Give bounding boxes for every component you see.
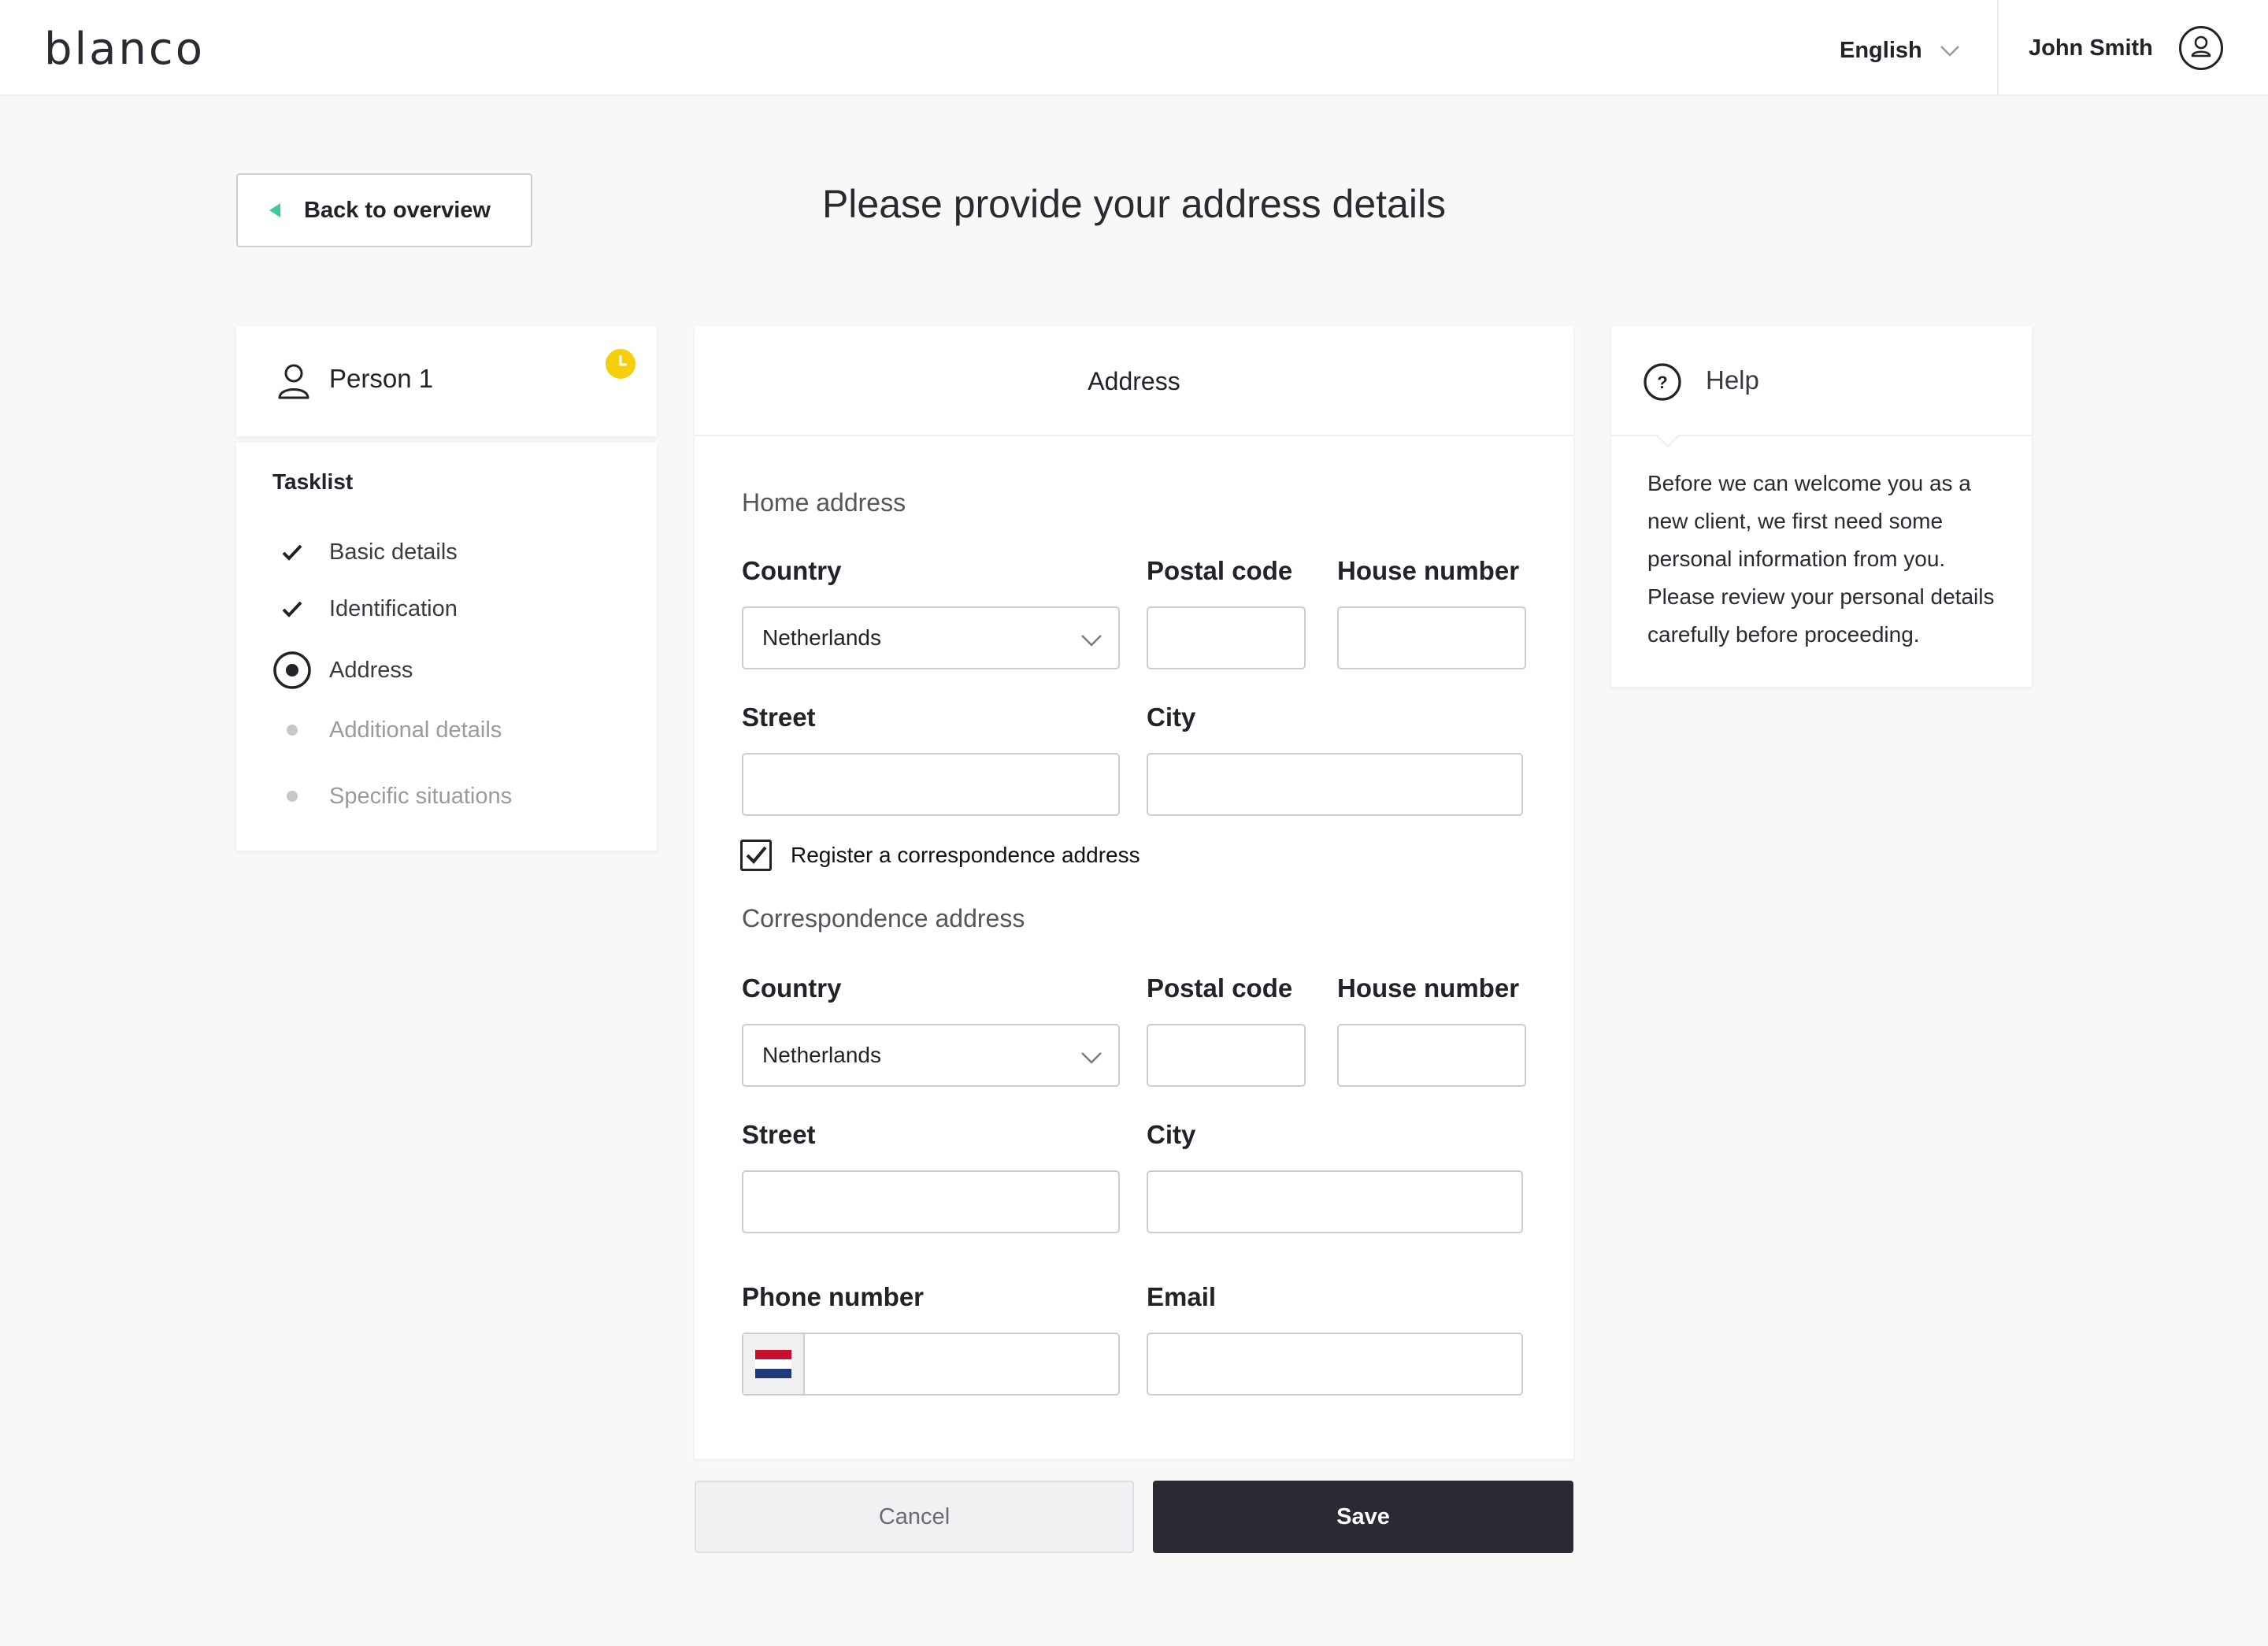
user-menu[interactable]: John Smith — [2029, 25, 2224, 71]
corr-postal-label: Postal code — [1147, 973, 1293, 1003]
language-selector[interactable]: English — [1840, 35, 1962, 66]
tasklist: Tasklist Basic details Identification Ad… — [236, 443, 657, 851]
corr-country-select[interactable]: Netherlands — [742, 1024, 1120, 1087]
language-label: English — [1840, 37, 1922, 63]
pending-dot-icon — [272, 777, 312, 816]
task-additional-details[interactable]: Additional details — [272, 710, 502, 750]
phone-number-input[interactable] — [742, 1333, 1120, 1396]
checkmark-icon — [746, 846, 767, 864]
home-country-label: Country — [742, 556, 842, 585]
task-label: Specific situations — [329, 783, 513, 809]
task-label: Identification — [329, 595, 458, 621]
page-title: Please provide your address details — [821, 182, 1447, 226]
email-input[interactable] — [1147, 1333, 1523, 1396]
task-identification[interactable]: Identification — [272, 589, 458, 628]
home-street-input[interactable] — [742, 753, 1120, 816]
logo[interactable]: blanco — [44, 24, 205, 75]
person-icon — [278, 364, 309, 399]
current-step-icon — [272, 651, 312, 690]
corr-country-value: Netherlands — [762, 1043, 881, 1067]
top-bar: blanco English John Smith — [0, 0, 2268, 96]
tasklist-title: Tasklist — [272, 469, 354, 494]
back-to-overview-button[interactable]: Back to overview — [236, 173, 532, 247]
svg-text:?: ? — [1657, 373, 1667, 392]
help-text: Before we can welcome you as a new clien… — [1647, 471, 1995, 647]
clock-icon — [606, 349, 636, 379]
home-country-value: Netherlands — [762, 625, 881, 650]
task-basic-details[interactable]: Basic details — [272, 532, 458, 572]
home-postal-label: Postal code — [1147, 556, 1293, 585]
corr-city-label: City — [1147, 1120, 1196, 1149]
chevron-down-icon — [1940, 46, 1959, 57]
help-panel: ? Help Before we can welcome you as a ne… — [1611, 326, 2032, 687]
country-code-selector[interactable] — [743, 1334, 805, 1394]
home-street-label: Street — [742, 703, 816, 732]
phone-number-label: Phone number — [742, 1282, 925, 1311]
home-postal-code-input[interactable] — [1147, 606, 1306, 669]
corr-country-label: Country — [742, 973, 842, 1003]
user-avatar-icon — [2178, 26, 2223, 70]
person-name: Person 1 — [329, 364, 434, 393]
checkmark-icon — [272, 532, 312, 572]
back-arrow-icon — [269, 203, 280, 217]
back-button-label: Back to overview — [304, 197, 491, 223]
task-label: Additional details — [329, 717, 502, 743]
address-form: Address Home address Country Postal code… — [695, 326, 1573, 1459]
person-card[interactable]: Person 1 — [236, 326, 657, 436]
home-city-label: City — [1147, 703, 1196, 732]
corr-street-input[interactable] — [742, 1170, 1120, 1233]
corr-house-number-label: House number — [1337, 973, 1520, 1003]
home-house-number-label: House number — [1337, 556, 1520, 585]
checkmark-icon — [272, 589, 312, 628]
help-header: ? Help — [1611, 326, 2032, 436]
save-button[interactable]: Save — [1153, 1481, 1573, 1553]
header-divider — [1997, 0, 1999, 96]
correspondence-address-title: Correspondence address — [742, 904, 1025, 932]
email-label: Email — [1147, 1282, 1217, 1311]
correspondence-checkbox[interactable]: Register a correspondence address — [740, 840, 1140, 871]
corr-city-input[interactable] — [1147, 1170, 1523, 1233]
chevron-down-icon — [1081, 1052, 1102, 1064]
netherlands-flag-icon — [755, 1350, 791, 1378]
help-title: Help — [1706, 365, 1759, 395]
task-label: Address — [329, 657, 413, 683]
home-house-number-input[interactable] — [1337, 606, 1526, 669]
question-icon: ? — [1644, 363, 1681, 401]
checkbox-label: Register a correspondence address — [791, 843, 1140, 867]
pending-dot-icon — [272, 710, 312, 750]
corr-house-number-input[interactable] — [1337, 1024, 1526, 1087]
home-address-title: Home address — [742, 488, 906, 517]
task-address[interactable]: Address — [272, 651, 413, 690]
chevron-down-icon — [1081, 635, 1102, 647]
home-city-input[interactable] — [1147, 753, 1523, 816]
corr-street-label: Street — [742, 1120, 816, 1149]
user-name: John Smith — [2029, 35, 2153, 61]
cancel-button[interactable]: Cancel — [695, 1481, 1134, 1553]
task-label: Basic details — [329, 539, 458, 565]
corr-postal-code-input[interactable] — [1147, 1024, 1306, 1087]
task-specific-situations[interactable]: Specific situations — [272, 777, 512, 816]
home-country-select[interactable]: Netherlands — [742, 606, 1120, 669]
form-heading: Address — [695, 326, 1573, 436]
checkbox[interactable] — [740, 840, 772, 871]
